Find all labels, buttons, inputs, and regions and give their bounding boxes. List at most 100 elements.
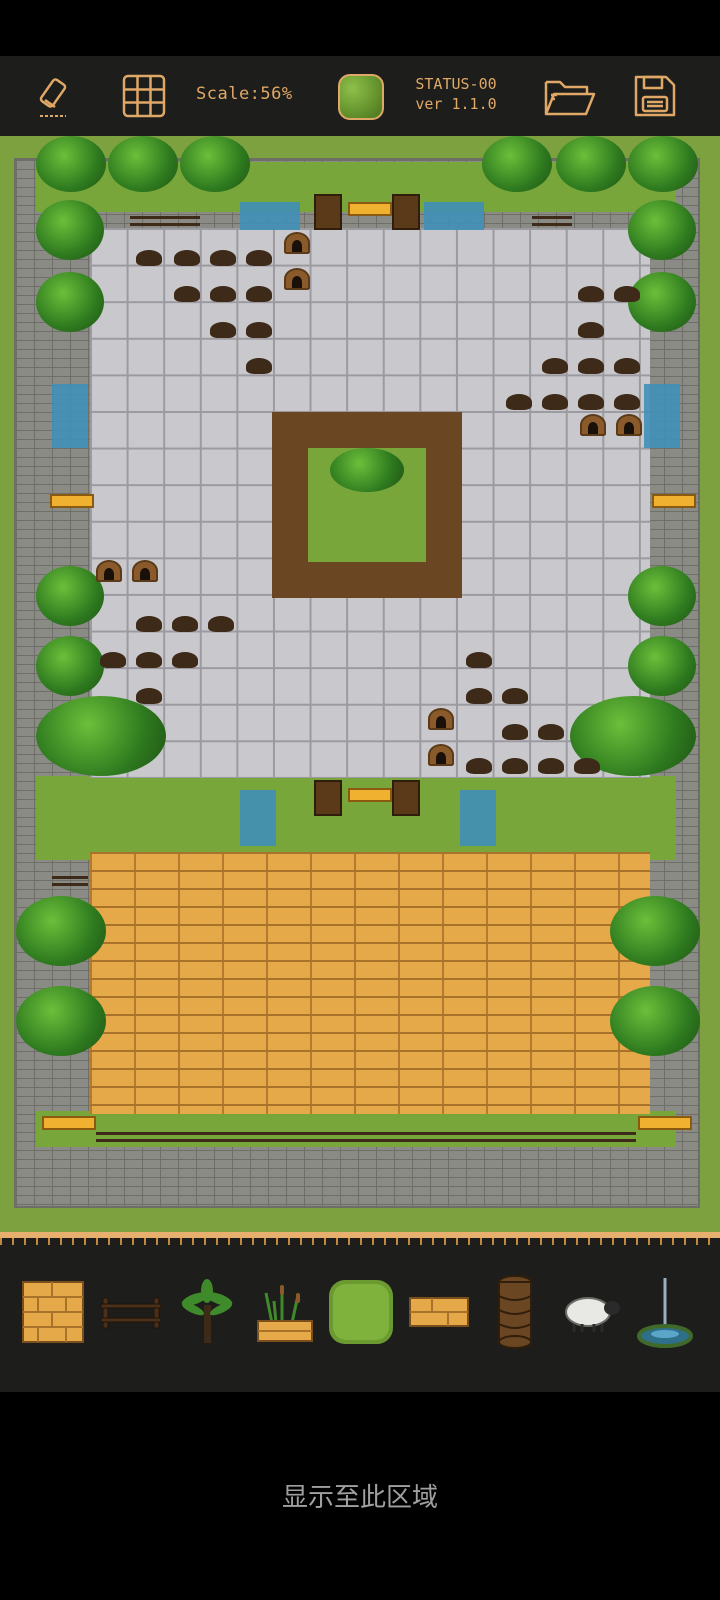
right-pond: [644, 384, 680, 448]
tree: [36, 636, 104, 696]
wood-floor-tile-icon: [22, 1281, 84, 1343]
tree: [180, 136, 250, 192]
grid-icon: [122, 74, 166, 118]
top-signboard: [348, 202, 392, 216]
dirt-mound: [246, 286, 272, 302]
dirt-mound: [210, 286, 236, 302]
tree: [482, 136, 552, 192]
dirt-mound: [136, 616, 162, 632]
left-signpost: [50, 494, 94, 508]
tree: [108, 136, 178, 192]
top-gate-right: [392, 194, 420, 230]
dirt-mound: [538, 758, 564, 774]
palette-fountain[interactable]: [630, 1272, 700, 1352]
dirt-mound: [538, 724, 564, 740]
tree: [628, 566, 696, 626]
open-folder-button[interactable]: [540, 56, 600, 136]
map-canvas[interactable]: [0, 136, 720, 1232]
scale-label: Scale:56%: [196, 84, 293, 104]
dirt-mound: [246, 322, 272, 338]
cave-den: [284, 268, 310, 290]
dirt-mound: [578, 358, 604, 374]
wooden-floor-area: [90, 852, 650, 1114]
tree: [556, 136, 626, 192]
dirt-mound: [246, 358, 272, 374]
cave-den: [428, 744, 454, 766]
cave-den: [284, 232, 310, 254]
dirt-mound: [136, 652, 162, 668]
save-icon: [634, 75, 676, 117]
fence: [52, 876, 88, 886]
palette-sheep[interactable]: [556, 1272, 626, 1352]
willow-tree: [16, 986, 106, 1056]
tree: [628, 136, 698, 192]
tree: [36, 272, 104, 332]
middle-gate-left: [314, 780, 342, 816]
cave-den: [428, 708, 454, 730]
dirt-mound: [502, 724, 528, 740]
cave-den: [616, 414, 642, 436]
wood-plank-icon: [409, 1297, 469, 1327]
dirt-mound: [502, 688, 528, 704]
dirt-mound: [100, 652, 126, 668]
bottom-left-sign: [42, 1116, 96, 1130]
center-tree: [330, 448, 404, 492]
tree: [36, 136, 106, 192]
status-version-label: STATUS-00 ver 1.1.0: [404, 74, 508, 118]
dirt-mound: [210, 322, 236, 338]
status-code: STATUS-00: [415, 75, 497, 93]
left-pond: [52, 384, 88, 448]
folder-open-icon: [544, 80, 596, 116]
palette-fence[interactable]: [96, 1272, 166, 1352]
dirt-mound: [542, 358, 568, 374]
eraser-button[interactable]: [32, 56, 80, 136]
dirt-mound: [578, 322, 604, 338]
palette-wood-plank[interactable]: [404, 1272, 474, 1352]
top-left-pond: [240, 202, 300, 230]
middle-left-pond: [240, 790, 276, 846]
dirt-mound: [172, 652, 198, 668]
dirt-mound: [614, 394, 640, 410]
tree: [628, 272, 696, 332]
tree: [628, 636, 696, 696]
tree: [36, 566, 104, 626]
palette-palm-tree[interactable]: [172, 1272, 242, 1352]
palette-log-pillar[interactable]: [480, 1272, 550, 1352]
middle-signboard: [348, 788, 392, 802]
ruler-ticks: [0, 1238, 720, 1250]
palm-tree-icon: [181, 1279, 233, 1343]
sheep-icon: [565, 1297, 620, 1332]
dirt-mound: [614, 286, 640, 302]
willow-tree: [610, 986, 700, 1056]
willow-tree: [16, 896, 106, 966]
dirt-mound: [466, 652, 492, 668]
dirt-mound: [614, 358, 640, 374]
palette-grass-tile[interactable]: [326, 1272, 396, 1352]
palette-wood-floor-tile[interactable]: [18, 1272, 88, 1352]
dirt-mound: [574, 758, 600, 774]
fence: [130, 216, 200, 226]
right-signpost: [652, 494, 696, 508]
palette-reed-planter[interactable]: [250, 1272, 320, 1352]
dirt-mound: [246, 250, 272, 266]
version-label: ver 1.1.0: [415, 95, 497, 113]
dirt-mound: [578, 394, 604, 410]
show-to-this-area-button[interactable]: 显示至此区域: [260, 1480, 460, 1516]
selected-tile-swatch[interactable]: [338, 74, 384, 120]
cave-den: [96, 560, 122, 582]
system-status-bar: [0, 0, 720, 56]
editor-toolbar: Scale:56% STATUS-00 ver 1.1.0: [0, 56, 720, 136]
fence-icon: [100, 1297, 162, 1329]
cave-den: [580, 414, 606, 436]
fountain-icon: [637, 1278, 693, 1348]
willow-tree: [610, 896, 700, 966]
fence: [532, 216, 572, 226]
save-button[interactable]: [630, 56, 680, 136]
grid-toggle-button[interactable]: [118, 56, 170, 136]
dirt-mound: [542, 394, 568, 410]
grass-tile-icon: [329, 1280, 393, 1344]
tree: [36, 696, 166, 776]
dirt-mound: [172, 616, 198, 632]
bottom-fence-row: [96, 1132, 636, 1142]
dirt-mound: [174, 250, 200, 266]
